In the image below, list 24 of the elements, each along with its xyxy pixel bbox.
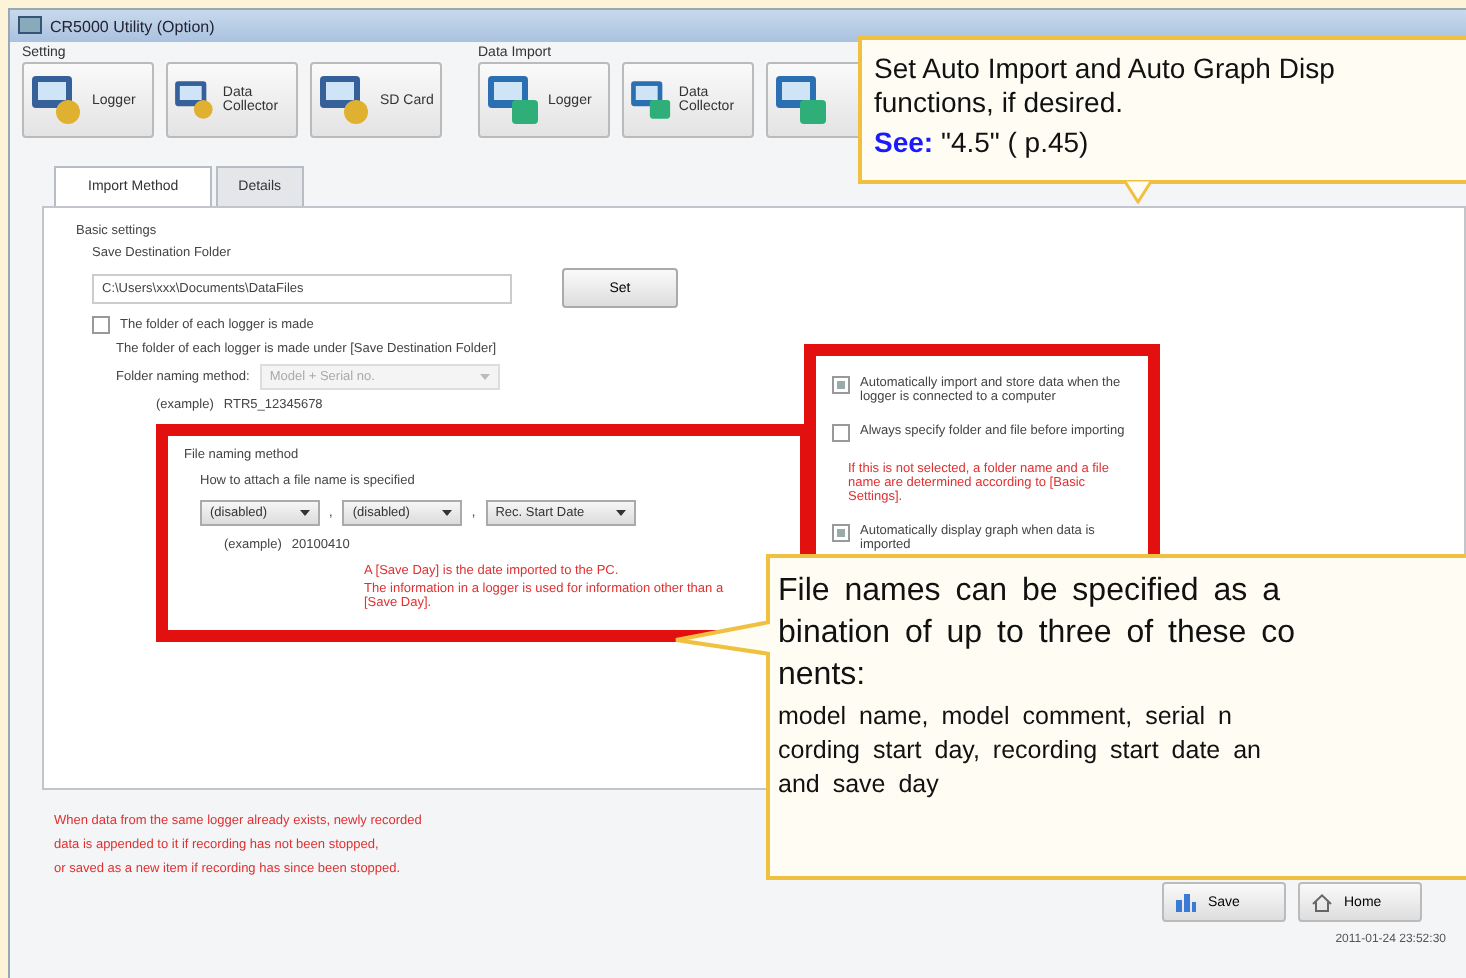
reference-text: "4.5" ( p.45) <box>940 126 1089 158</box>
callout-text: File names can be specified as a <box>778 572 1281 612</box>
callout-text: cording start day, recording start date an <box>778 734 1261 768</box>
chart-icon <box>1176 893 1196 911</box>
home-icon <box>1312 893 1332 911</box>
checkbox[interactable] <box>92 316 110 334</box>
callout-text: model name, model comment, serial n <box>778 700 1232 734</box>
callout-text: bination of up to three of these co <box>778 614 1295 654</box>
callout-text: nents: <box>778 656 866 696</box>
checkbox[interactable] <box>832 424 850 442</box>
callout-text: Set Auto Import and Auto Graph Disp <box>874 52 1335 86</box>
device-import-icon <box>772 72 832 128</box>
dropdown-arrow-icon <box>441 510 452 516</box>
callout-text: functions, if desired. <box>874 86 1124 120</box>
dropdown-arrow-icon <box>299 510 310 516</box>
dropdown-arrow-icon <box>616 510 627 516</box>
window-title: CR5000 Utility (Option) <box>50 17 215 35</box>
callout-text: and save day <box>778 768 939 802</box>
dropdown-arrow-icon <box>479 374 490 380</box>
app-icon <box>18 16 42 36</box>
checkbox[interactable] <box>832 524 850 542</box>
see-label: See: <box>874 126 934 158</box>
device-import-icon <box>484 72 544 128</box>
checkbox[interactable] <box>832 376 850 394</box>
